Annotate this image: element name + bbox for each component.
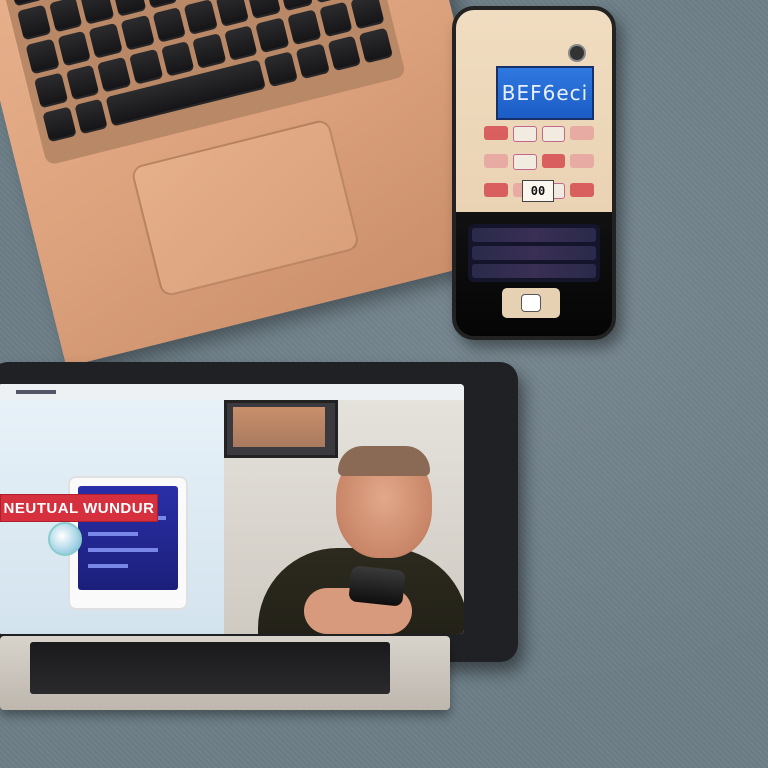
phone-home-button — [502, 288, 560, 318]
laptop — [0, 0, 513, 367]
promo-banner: NEUTUAL WUNDUR — [0, 494, 158, 522]
person-hair — [338, 446, 430, 476]
phone-screen: BEF6eci — [496, 66, 594, 120]
promo-logo-icon — [48, 522, 82, 556]
phone-camera-icon — [570, 46, 584, 60]
person — [128, 428, 464, 634]
phone: BEF6eci 00 — [452, 6, 616, 340]
desk-surface: BEF6eci 00 NEUTUAL WUNDUR — [0, 0, 768, 768]
tablet: NEUTUAL WUNDUR — [0, 362, 518, 662]
tablet-screen: NEUTUAL WUNDUR — [0, 384, 464, 634]
laptop-trackpad — [130, 118, 361, 298]
laptop-keyboard — [0, 0, 407, 166]
tablet-stand — [0, 636, 450, 710]
phone-counter: 00 — [522, 180, 554, 202]
screen-topbar — [0, 384, 464, 400]
held-phone — [348, 565, 406, 607]
phone-keypad — [468, 224, 600, 282]
